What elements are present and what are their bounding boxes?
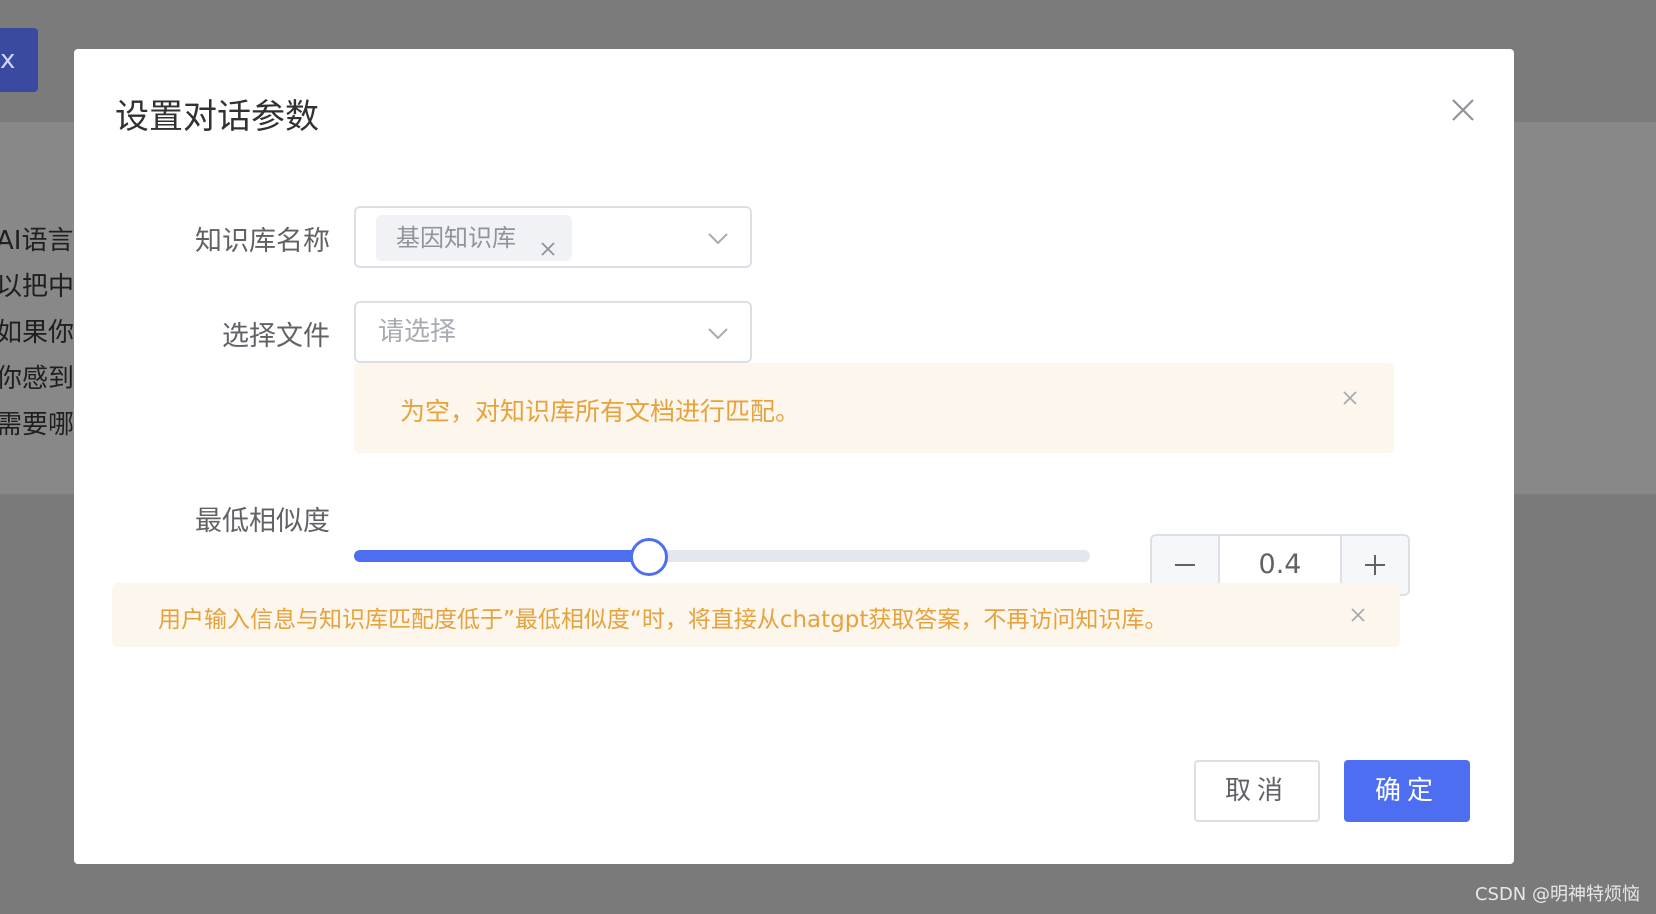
minus-icon bbox=[1175, 564, 1195, 566]
settings-dialog: 设置对话参数 知识库名称 基因知识库 选择文件 请选择 为空，对知识库所有文档进… bbox=[74, 49, 1514, 864]
confirm-button[interactable]: 确定 bbox=[1344, 760, 1470, 822]
file-select-label: 选择文件 bbox=[222, 321, 330, 352]
file-alert-text: 为空，对知识库所有文档进行匹配。 bbox=[400, 397, 801, 426]
tag-close-icon[interactable] bbox=[538, 228, 558, 256]
background-text-line: AI语言 bbox=[0, 226, 74, 256]
plus-icon bbox=[1365, 555, 1385, 575]
close-icon[interactable] bbox=[1448, 95, 1478, 125]
alert-close-icon[interactable] bbox=[1348, 605, 1368, 625]
slider-bar bbox=[354, 550, 649, 562]
chevron-down-icon bbox=[706, 226, 730, 250]
cancel-button[interactable]: 取消 bbox=[1194, 760, 1320, 822]
similarity-alert-text: 用户输入信息与知识库匹配度低于”最低相似度“时，将直接从chatgpt获取答案，… bbox=[158, 607, 1168, 633]
file-alert: 为空，对知识库所有文档进行匹配。 bbox=[354, 363, 1394, 453]
similarity-alert: 用户输入信息与知识库匹配度低于”最低相似度“时，将直接从chatgpt获取答案，… bbox=[112, 583, 1400, 647]
background-text-line: 需要哪 bbox=[0, 410, 74, 440]
watermark: CSDN @明神特烦恼 bbox=[1474, 884, 1640, 905]
similarity-slider[interactable] bbox=[354, 538, 1090, 576]
file-select[interactable]: 请选择 bbox=[354, 301, 752, 363]
alert-close-icon[interactable] bbox=[1340, 388, 1360, 408]
background-button: x bbox=[0, 28, 38, 92]
slider-handle[interactable] bbox=[630, 538, 669, 576]
file-select-placeholder: 请选择 bbox=[378, 317, 457, 347]
knowledge-base-tag: 基因知识库 bbox=[376, 215, 572, 261]
background-text-line: 如果你 bbox=[0, 318, 74, 348]
knowledge-base-select[interactable]: 基因知识库 bbox=[354, 206, 752, 268]
knowledge-base-label: 知识库名称 bbox=[195, 226, 330, 257]
chevron-down-icon bbox=[706, 321, 730, 345]
background-text-line: 以把中 bbox=[0, 272, 74, 302]
tag-label: 基因知识库 bbox=[396, 224, 516, 252]
background-text: AI语言 以把中 如果你 你感到 需要哪 bbox=[0, 218, 74, 448]
dialog-title: 设置对话参数 bbox=[115, 97, 319, 137]
background-text-line: 你感到 bbox=[0, 364, 74, 394]
similarity-label: 最低相似度 bbox=[195, 506, 330, 537]
